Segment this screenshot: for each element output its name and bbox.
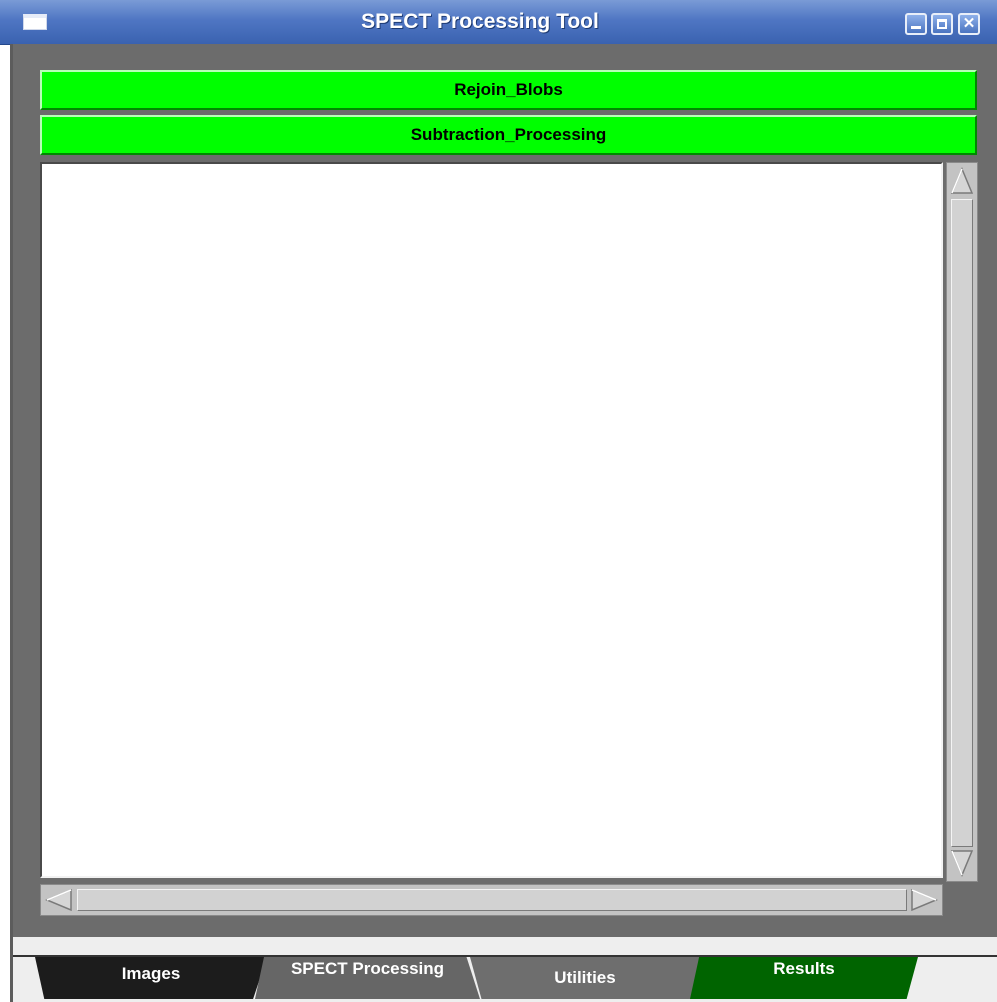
horizontal-scrollbar[interactable] <box>40 884 943 916</box>
horizontal-scroll-thumb[interactable] <box>77 889 907 911</box>
tab-strip-filler <box>918 957 997 999</box>
tab-utilities-label: Utilities <box>554 968 616 987</box>
close-button[interactable]: ✕ <box>958 13 980 35</box>
window-titlebar[interactable]: SPECT Processing Tool ✕ <box>0 0 997 45</box>
maximize-icon <box>937 19 947 29</box>
maximize-button[interactable] <box>931 13 953 35</box>
tab-results[interactable]: Results <box>690 957 918 999</box>
tab-images-label: Images <box>121 964 181 983</box>
rejoin-blobs-button[interactable]: Rejoin_Blobs <box>40 70 977 110</box>
tab-spect-processing[interactable]: SPECT Processing <box>255 957 480 999</box>
scroll-down-arrow-icon[interactable] <box>950 848 974 878</box>
output-list-area[interactable] <box>40 162 943 878</box>
minimize-icon <box>911 26 921 29</box>
tab-strip-divider <box>13 955 997 957</box>
tab-utilities[interactable]: Utilities <box>470 957 700 999</box>
vertical-scroll-thumb[interactable] <box>951 199 973 847</box>
minimize-button[interactable] <box>905 13 927 35</box>
tab-results-label: Results <box>773 959 835 978</box>
scroll-right-arrow-icon[interactable] <box>909 888 939 912</box>
window-title: SPECT Processing Tool <box>361 10 599 33</box>
subtraction-processing-button[interactable]: Subtraction_Processing <box>40 115 977 155</box>
tab-spect-processing-label: SPECT Processing <box>290 959 445 978</box>
main-panel: Rejoin_Blobs Subtraction_Processing <box>13 44 997 937</box>
vertical-scrollbar[interactable] <box>946 162 978 882</box>
tab-images[interactable]: Images <box>35 957 267 999</box>
scroll-up-arrow-icon[interactable] <box>950 166 974 196</box>
scroll-left-arrow-icon[interactable] <box>44 888 74 912</box>
close-icon: ✕ <box>962 15 976 32</box>
